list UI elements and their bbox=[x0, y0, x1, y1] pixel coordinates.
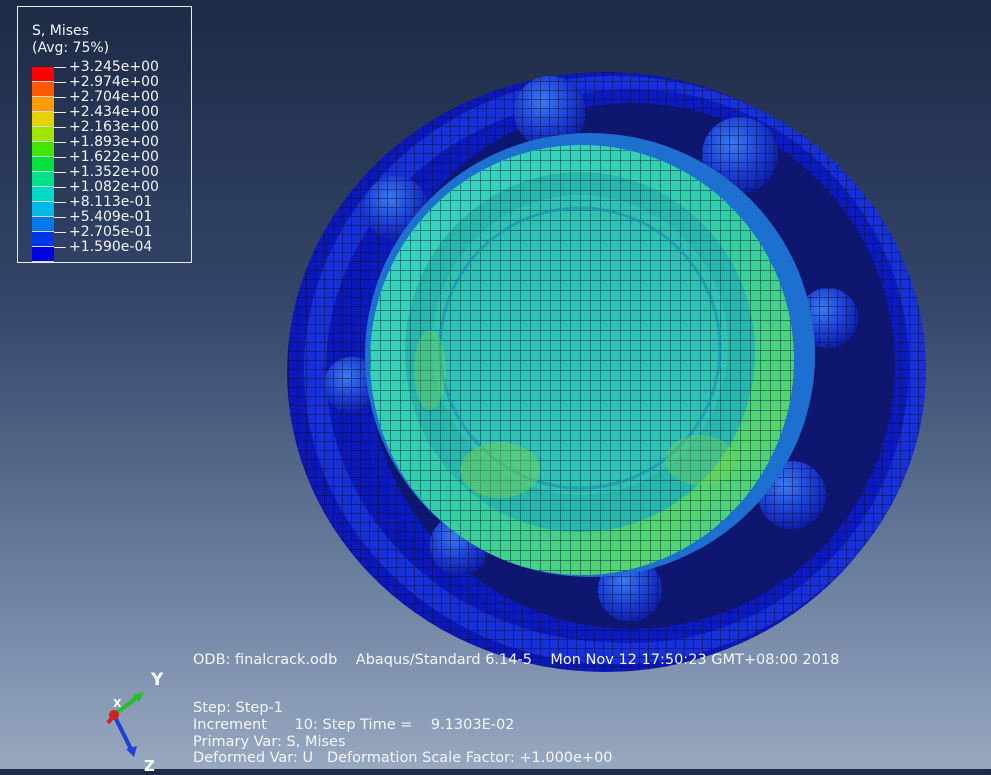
legend-swatch bbox=[32, 157, 54, 172]
increment-label: Increment 10: Step Time = 9.1303E-02 bbox=[193, 717, 515, 733]
legend-tick bbox=[54, 127, 66, 128]
legend-swatch bbox=[32, 187, 54, 202]
axis-triad: X bbox=[106, 692, 144, 757]
step-label: Step: Step-1 bbox=[193, 700, 283, 716]
legend-swatch bbox=[32, 232, 54, 247]
legend-tick bbox=[54, 217, 66, 218]
legend-tick bbox=[54, 157, 66, 158]
legend-value: +1.622e+00 bbox=[69, 149, 159, 165]
legend-title: S, Mises bbox=[32, 23, 89, 39]
inner-ring bbox=[365, 133, 815, 577]
contour-legend[interactable]: S, Mises (Avg: 75%) +3.245e+00 +2.974e+00… bbox=[17, 6, 192, 263]
legend-swatch bbox=[32, 172, 54, 187]
triad-z-label: Z bbox=[144, 757, 155, 775]
triad-y-label: Y bbox=[151, 670, 164, 690]
odb-header-line: ODB: finalcrack.odb Abaqus/Standard 6.14… bbox=[193, 652, 840, 668]
legend-value: +3.245e+00 bbox=[69, 59, 159, 75]
legend-tick bbox=[54, 142, 66, 143]
legend-value: +2.705e-01 bbox=[69, 224, 153, 240]
legend-swatch bbox=[32, 127, 54, 142]
legend-tick bbox=[54, 187, 66, 188]
legend-swatch bbox=[32, 217, 54, 232]
legend-value: +2.163e+00 bbox=[69, 119, 159, 135]
legend-tick bbox=[54, 112, 66, 113]
legend-swatch bbox=[32, 112, 54, 127]
legend-value: +2.434e+00 bbox=[69, 104, 159, 120]
legend-tick bbox=[54, 172, 66, 173]
legend-swatch bbox=[32, 67, 54, 82]
legend-tick bbox=[54, 247, 66, 248]
legend-tick bbox=[54, 97, 66, 98]
legend-swatch bbox=[32, 247, 54, 262]
legend-value: +1.352e+00 bbox=[69, 164, 159, 180]
viewport[interactable]: S, Mises (Avg: 75%) +3.245e+00 +2.974e+00… bbox=[0, 0, 991, 775]
legend-entry: +1.590e-04 bbox=[32, 239, 182, 262]
legend-swatch bbox=[32, 97, 54, 112]
legend-value: +1.590e-04 bbox=[69, 239, 153, 255]
legend-swatch bbox=[32, 202, 54, 217]
triad-z-axis bbox=[112, 714, 134, 752]
legend-value: +2.704e+00 bbox=[69, 89, 159, 105]
legend-value: +8.113e-01 bbox=[69, 194, 153, 210]
legend-tick bbox=[54, 82, 66, 83]
legend-swatch bbox=[32, 82, 54, 97]
legend-tick bbox=[54, 67, 66, 68]
legend-value: +2.974e+00 bbox=[69, 74, 159, 90]
legend-value: +5.409e-01 bbox=[69, 209, 153, 225]
primary-var-label: Primary Var: S, Mises bbox=[193, 734, 346, 750]
legend-value: +1.893e+00 bbox=[69, 134, 159, 150]
legend-subtitle: (Avg: 75%) bbox=[32, 40, 110, 56]
legend-tick bbox=[54, 202, 66, 203]
legend-swatch bbox=[32, 142, 54, 157]
legend-value: +1.082e+00 bbox=[69, 179, 159, 195]
deformed-var-label: Deformed Var: U Deformation Scale Factor… bbox=[193, 750, 613, 766]
triad-x-label: X bbox=[113, 697, 122, 710]
legend-tick bbox=[54, 232, 66, 233]
